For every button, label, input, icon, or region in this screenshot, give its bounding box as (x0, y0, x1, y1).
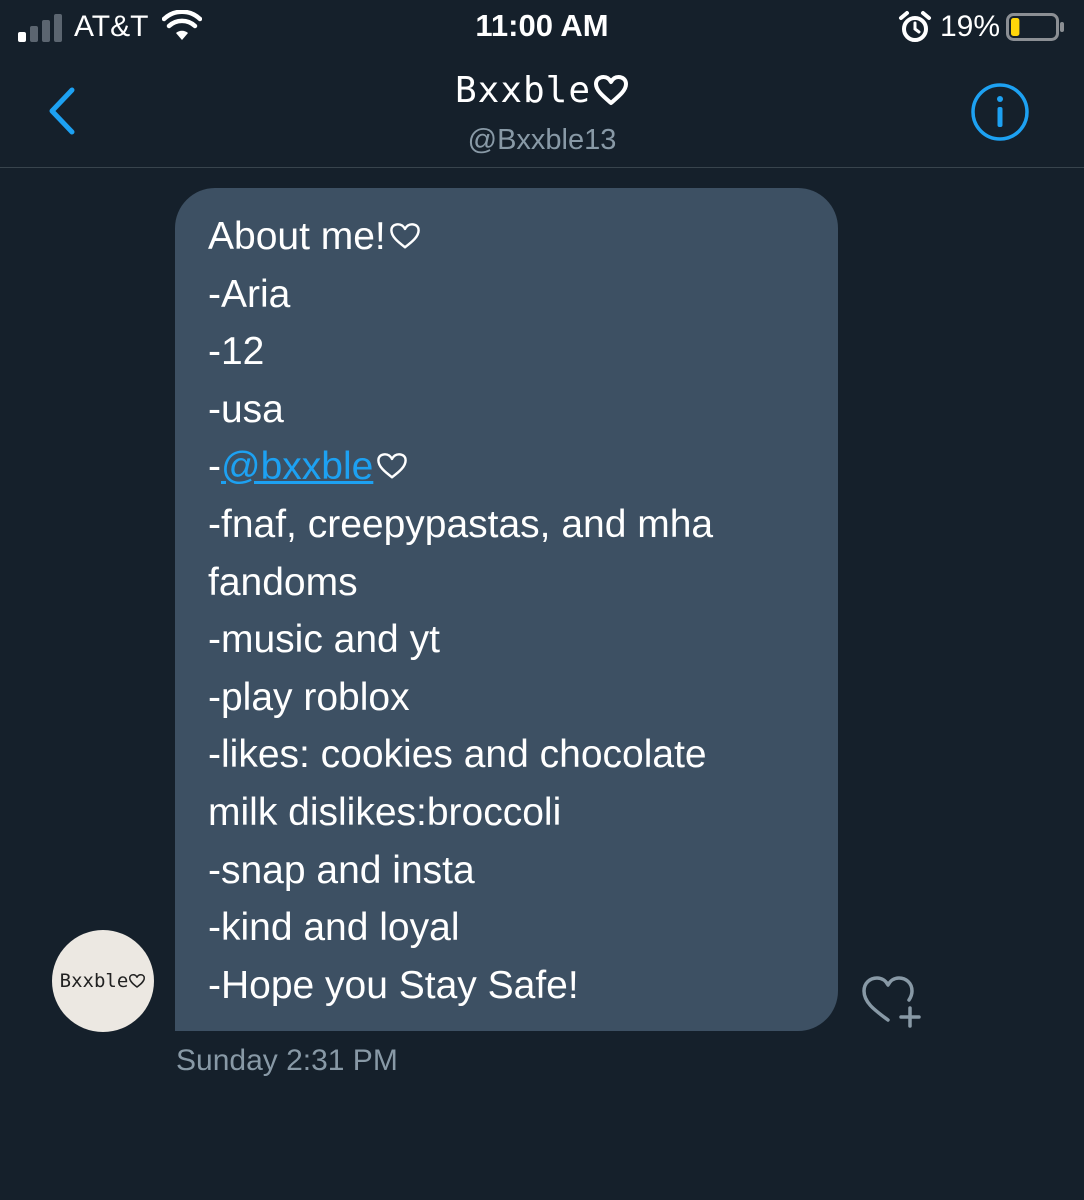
mention-link[interactable]: @bxxble (221, 445, 373, 488)
battery-percentage: 19% (940, 10, 1001, 43)
message-line: -Aria (208, 272, 291, 316)
avatar-label: Bxxble (60, 970, 147, 992)
info-icon[interactable] (970, 82, 1030, 142)
battery-icon (1006, 13, 1064, 41)
message-line: -kind and loyal (208, 906, 460, 950)
message-line: -Hope you Stay Safe! (208, 963, 579, 1007)
conversation-title[interactable]: Bxxble (0, 70, 1084, 111)
message-line: -play roblox (208, 675, 410, 719)
heart-outline-icon (594, 75, 629, 105)
alarm-icon (899, 11, 931, 42)
message-line: -12 (208, 330, 265, 374)
status-bar: AT&T 11:00 AM 19% (0, 0, 1084, 56)
conversation-header: Bxxble @Bxxble13 (0, 56, 1084, 168)
heart-outline-icon (377, 453, 408, 479)
message-line: -@bxxble (208, 438, 806, 496)
message-line: milk dislikes:broccoli (208, 790, 562, 834)
message-line: -snap and insta (208, 848, 475, 892)
message-bubble[interactable]: About me! -Aria -12 -usa -@bxxble -fnaf,… (175, 188, 838, 1031)
heart-plus-icon[interactable] (860, 972, 924, 1028)
dm-conversation-screen: AT&T 11:00 AM 19% Bxxble @Bxxble13 About… (0, 0, 1084, 1200)
message-line: -fnaf, creepypastas, and mha (208, 502, 714, 546)
user-handle: @Bxxble13 (467, 124, 617, 156)
message-line: -usa (208, 387, 284, 431)
heart-outline-icon (129, 974, 146, 988)
message-line: fandoms (208, 560, 358, 604)
message-timestamp: Sunday 2:31 PM (176, 1044, 398, 1077)
message-line: -likes: cookies and chocolate (208, 733, 707, 777)
message-line: About me! (208, 208, 806, 266)
message-line: -music and yt (208, 618, 440, 662)
heart-outline-icon (389, 223, 420, 249)
display-name: Bxxble (454, 70, 592, 111)
avatar[interactable]: Bxxble (52, 930, 154, 1032)
